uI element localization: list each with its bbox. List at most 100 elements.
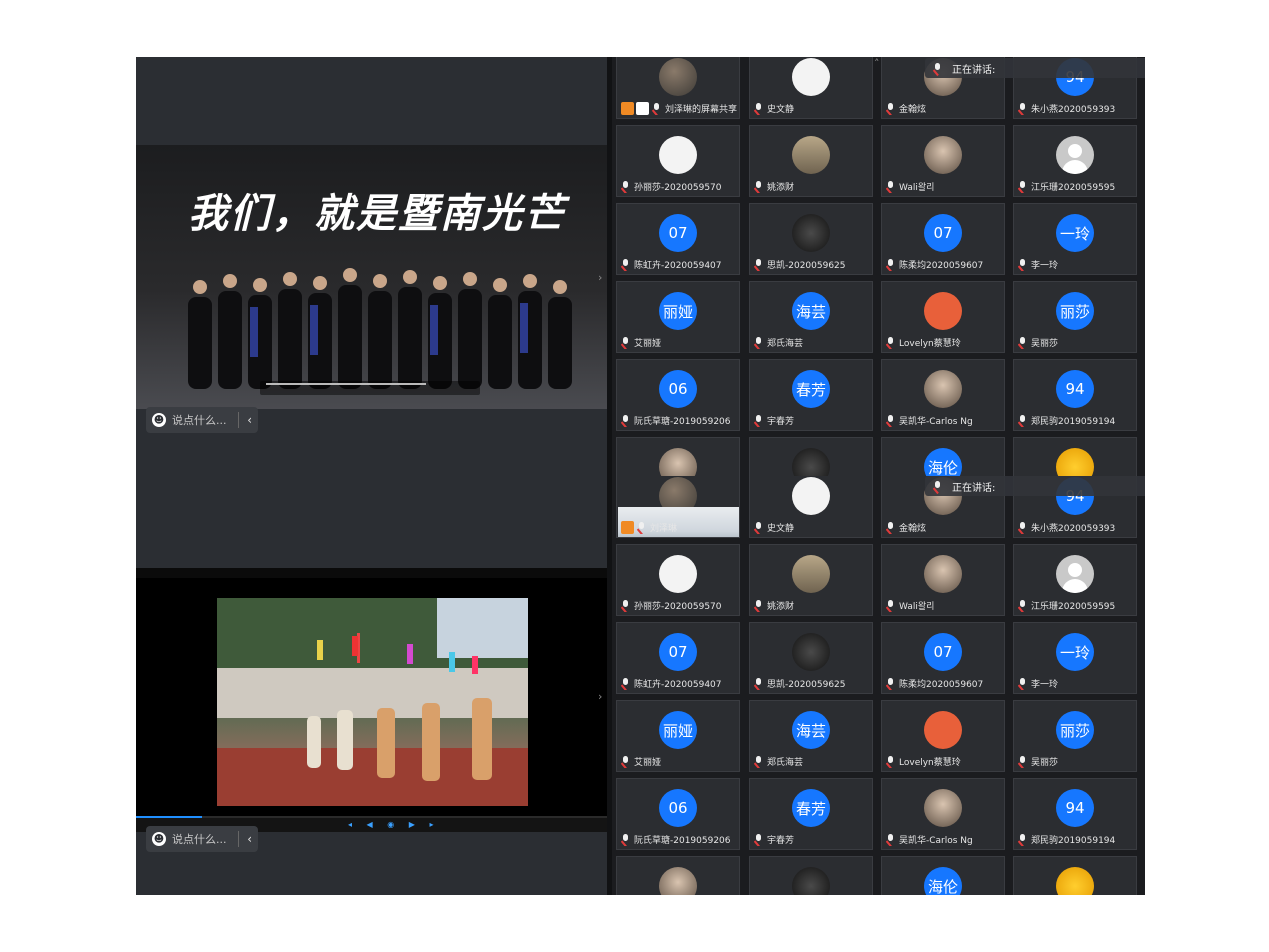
participant-name: 艾丽娅 (621, 754, 737, 768)
participant-tile[interactable]: 海芸 郑氏海芸 (749, 281, 873, 353)
participant-tile[interactable]: 一玲 李一玲 (1013, 622, 1137, 694)
avatar (792, 58, 830, 96)
participant-tile[interactable]: 孙丽莎-2020059570 (616, 125, 740, 197)
avatar (792, 555, 830, 593)
participant-tile[interactable]: 海芸 郑氏海芸 (749, 700, 873, 772)
participant-grid-bottom: 刘泽琳 史文静 金翰炫 94 朱小燕2020059393 孙丽莎-2020059570 姚添… (612, 476, 1145, 895)
participant-tile[interactable]: 丽娅 艾丽娅 (616, 281, 740, 353)
mic-muted-icon (652, 102, 661, 114)
participant-tile[interactable]: 姚添财 (749, 544, 873, 616)
avatar (792, 633, 830, 671)
participant-tile[interactable]: 孙丽莎-2020059570 (616, 544, 740, 616)
mic-muted-icon (1018, 102, 1027, 114)
mic-muted-icon (621, 677, 630, 689)
mic-muted-icon (754, 102, 763, 114)
participant-name: 李一玲 (1018, 257, 1134, 271)
participant-name-text: Lovelyn蔡慧玲 (899, 757, 961, 768)
smile-icon[interactable]: ☻ (152, 413, 166, 427)
participant-tile[interactable]: 刘泽琳 (616, 476, 740, 538)
participant-name-text: 金翰炫 (899, 523, 927, 534)
participant-tile[interactable] (749, 856, 873, 895)
smile-icon[interactable]: ☻ (152, 832, 166, 846)
mic-muted-icon (1018, 180, 1027, 192)
mic-muted-icon (621, 258, 630, 270)
participant-tile[interactable]: 海伦 (881, 856, 1005, 895)
scroll-up-icon[interactable]: ˄ (874, 57, 880, 70)
participant-tile[interactable]: 思凯-2020059625 (749, 622, 873, 694)
avatar (792, 477, 830, 515)
participant-tile[interactable]: 春芳 宇春芳 (749, 778, 873, 850)
mic-muted-icon (1018, 677, 1027, 689)
participant-name-text: 陈柔均2020059607 (899, 679, 984, 690)
avatar (659, 136, 697, 174)
participant-tile[interactable]: 海伦 (881, 437, 1005, 476)
avatar: 07 (659, 214, 697, 252)
participant-tile[interactable]: 江乐珊2020059595 (1013, 125, 1137, 197)
mic-muted-icon (754, 414, 763, 426)
participant-tile[interactable]: 94 郑民驹2019059194 (1013, 778, 1137, 850)
participant-tile[interactable]: Lovelyn蔡慧玲 (881, 700, 1005, 772)
participant-tile[interactable]: 07 陈虹卉-2020059407 (616, 622, 740, 694)
participant-tile[interactable]: 春芳 宇春芳 (749, 359, 873, 431)
participant-tile[interactable]: Wali왈리 (881, 544, 1005, 616)
mic-muted-icon (621, 336, 630, 348)
participant-name-text: 艾丽娅 (634, 757, 662, 768)
participant-grid-top: 刘泽琳的屏幕共享 史文静 金翰炫 94 朱小燕2020059393 孙丽莎-2020059… (612, 57, 1145, 476)
avatar: 94 (1056, 370, 1094, 408)
avatar: 丽莎 (1056, 711, 1094, 749)
participant-tile[interactable]: 07 陈柔均2020059607 (881, 203, 1005, 275)
participant-name: 孙丽莎-2020059570 (621, 598, 737, 612)
participant-tile[interactable]: Lovelyn蔡慧玲 (881, 281, 1005, 353)
participant-name-text: 陈虹卉-2020059407 (634, 679, 722, 690)
media-player[interactable]: ◂ ◀ ◉ ▶ ▸ (136, 568, 607, 832)
participant-tile[interactable]: 吴凯华-Carlos Ng (881, 778, 1005, 850)
participant-tile[interactable]: 史文静 (749, 476, 873, 538)
avatar: 07 (659, 633, 697, 671)
chat-input-2[interactable]: ☻ 说点什么... ‹ (146, 826, 258, 852)
participant-name-text: 陈虹卉-2020059407 (634, 260, 722, 271)
expand-arrow-icon[interactable]: › (598, 271, 602, 284)
participant-tile[interactable]: 吴凯华-Carlos Ng (881, 359, 1005, 431)
video-controls[interactable] (260, 381, 480, 395)
participant-tile[interactable]: 姚添财 (749, 125, 873, 197)
participant-tile[interactable] (1013, 856, 1137, 895)
shared-video-pane-2: ◂ ◀ ◉ ▶ ▸ ☻ 说点什么... ‹ › (136, 476, 607, 895)
participant-name-text: 吴凯华-Carlos Ng (899, 835, 973, 846)
participant-tile[interactable]: 94 郑民驹2019059194 (1013, 359, 1137, 431)
participant-tile[interactable]: 史文静 (749, 57, 873, 119)
participant-tile[interactable] (616, 437, 740, 476)
participant-tile[interactable]: 06 阮氏草瑭-2019059206 (616, 778, 740, 850)
participant-tile[interactable]: 丽莎 吴丽莎 (1013, 281, 1137, 353)
participant-name-text: 艾丽娅 (634, 338, 662, 349)
participant-tile[interactable]: 丽莎 吴丽莎 (1013, 700, 1137, 772)
participant-name-text: 宇春芳 (767, 416, 795, 427)
chat-input[interactable]: ☻ 说点什么... ‹ (146, 407, 258, 433)
participant-tile[interactable]: 江乐珊2020059595 (1013, 544, 1137, 616)
participant-tile[interactable]: 丽娅 艾丽娅 (616, 700, 740, 772)
participant-tile[interactable] (1013, 437, 1137, 476)
participant-tile[interactable]: 思凯-2020059625 (749, 203, 873, 275)
avatar (659, 867, 697, 895)
chevron-left-icon[interactable]: ‹ (247, 413, 252, 427)
participant-tile[interactable]: 07 陈虹卉-2020059407 (616, 203, 740, 275)
graduation-video[interactable]: 我们，就是暨南光芒 (136, 145, 607, 409)
chevron-left-icon[interactable]: ‹ (247, 832, 252, 846)
participant-name-text: 姚添财 (767, 182, 795, 193)
participant-tile[interactable]: 06 阮氏草瑭-2019059206 (616, 359, 740, 431)
avatar: 春芳 (792, 789, 830, 827)
participant-name: 陈柔均2020059607 (886, 257, 1002, 271)
participant-name: 陈虹卉-2020059407 (621, 676, 737, 690)
avatar (659, 448, 697, 476)
expand-arrow-icon[interactable]: › (598, 690, 602, 703)
playback-buttons[interactable]: ◂ ◀ ◉ ▶ ▸ (348, 820, 440, 829)
participant-tile[interactable]: Wali왈리 (881, 125, 1005, 197)
participant-tile[interactable]: 一玲 李一玲 (1013, 203, 1137, 275)
participant-tile[interactable]: 07 陈柔均2020059607 (881, 622, 1005, 694)
participant-tile[interactable] (749, 437, 873, 476)
mic-muted-icon (754, 677, 763, 689)
participant-tile[interactable] (616, 856, 740, 895)
participant-name: 姚添财 (754, 179, 870, 193)
participant-tile[interactable]: 刘泽琳的屏幕共享 (616, 57, 740, 119)
speaking-indicator: 正在讲话: ◐ ↶ (925, 476, 1145, 496)
participant-name: 郑氏海芸 (754, 335, 870, 349)
